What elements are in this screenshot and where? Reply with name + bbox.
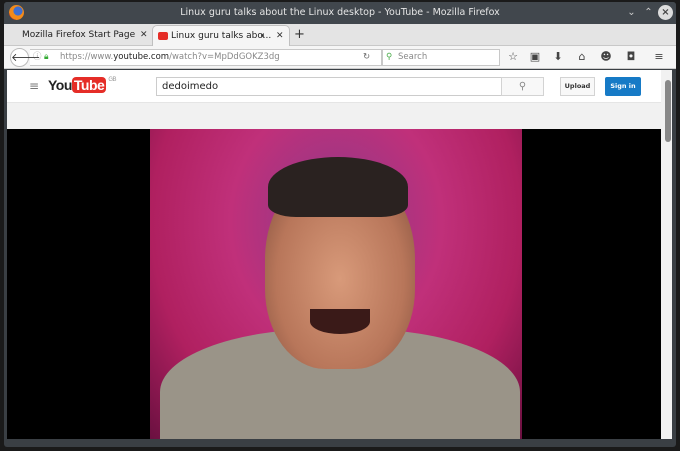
logo-tube: Tube — [71, 77, 107, 93]
logo-you: You — [48, 77, 72, 93]
url-bar[interactable]: ⓘ 🔒︎ https://www.youtube.com/watch?v=MpD… — [30, 49, 382, 66]
lock-icon: 🔒︎ — [44, 52, 49, 62]
menu-icon[interactable]: ≡ — [652, 50, 666, 63]
nav-bar: ⓘ 🔒︎ https://www.youtube.com/watch?v=MpD… — [4, 46, 676, 69]
firefox-window: Linux guru talks about the Linux desktop… — [4, 2, 676, 447]
search-engine-icon[interactable]: ⚲ — [386, 50, 392, 65]
window-title: Linux guru talks about the Linux desktop… — [180, 7, 500, 18]
back-button[interactable]: 🡐 — [10, 48, 41, 67]
tab-label: Linux guru talks abo... — [171, 31, 272, 41]
url-path: /watch?v=MpDdGOKZ3dg — [169, 52, 280, 62]
upload-button[interactable]: Upload — [560, 77, 595, 96]
video-person-hair — [268, 157, 408, 217]
new-tab-icon[interactable]: + — [294, 27, 305, 42]
youtube-search-button[interactable]: ⚲ — [501, 77, 544, 96]
scrollbar-thumb[interactable] — [665, 80, 671, 142]
tab-youtube[interactable]: Linux guru talks abo... 🔈︎ ✕ — [152, 25, 290, 46]
title-bar: Linux guru talks about the Linux desktop… — [4, 2, 676, 24]
tab-bar: Mozilla Firefox Start Page ✕ Linux guru … — [4, 24, 676, 46]
download-icon[interactable]: ⬇ — [551, 50, 565, 63]
bookmark-star-icon[interactable]: ☆ — [506, 50, 520, 63]
close-window-icon[interactable]: × — [658, 5, 673, 20]
reload-icon[interactable]: ↻ — [363, 50, 370, 65]
youtube-header: ≡ You Tube GB dedoimedo ⚲ Upload Sign in — [7, 70, 661, 103]
close-tab-icon[interactable]: ✕ — [140, 25, 148, 46]
video-frame — [150, 129, 522, 439]
youtube-favicon-icon — [158, 32, 168, 40]
chat-icon[interactable]: ☻ — [599, 50, 613, 63]
youtube-search-input[interactable]: dedoimedo — [156, 77, 502, 96]
youtube-logo[interactable]: You Tube GB — [48, 77, 116, 93]
page-content: ≡ You Tube GB dedoimedo ⚲ Upload Sign in — [7, 70, 672, 439]
search-icon: ⚲ — [518, 81, 527, 92]
firefox-logo-icon — [9, 5, 24, 20]
home-icon[interactable]: ⌂ — [575, 50, 589, 63]
sign-in-button[interactable]: Sign in — [605, 77, 641, 96]
url-prefix: https://www. — [60, 52, 114, 62]
region-code: GB — [108, 77, 116, 83]
pocket-icon[interactable]: ◘ — [624, 50, 638, 63]
search-input[interactable]: ⚲ Search — [382, 49, 500, 66]
tab-start-page[interactable]: Mozilla Firefox Start Page ✕ — [4, 25, 152, 46]
video-person-mouth — [310, 309, 370, 334]
clipboard-icon[interactable]: ▣ — [528, 50, 542, 63]
maximize-icon[interactable]: ⌃ — [641, 5, 656, 20]
url-text: https://www.youtube.com/watch?v=MpDdGOKZ… — [60, 50, 280, 65]
guide-menu-icon[interactable]: ≡ — [29, 79, 39, 93]
close-tab-icon[interactable]: ✕ — [276, 26, 284, 47]
search-placeholder: Search — [398, 52, 428, 62]
video-player[interactable] — [7, 129, 661, 439]
tab-label: Mozilla Firefox Start Page — [22, 30, 136, 40]
scrollbar[interactable] — [664, 70, 672, 439]
minimize-icon[interactable]: ⌄ — [624, 5, 639, 20]
url-domain: youtube.com — [113, 52, 170, 62]
speaker-icon[interactable]: 🔈︎ — [261, 26, 266, 47]
